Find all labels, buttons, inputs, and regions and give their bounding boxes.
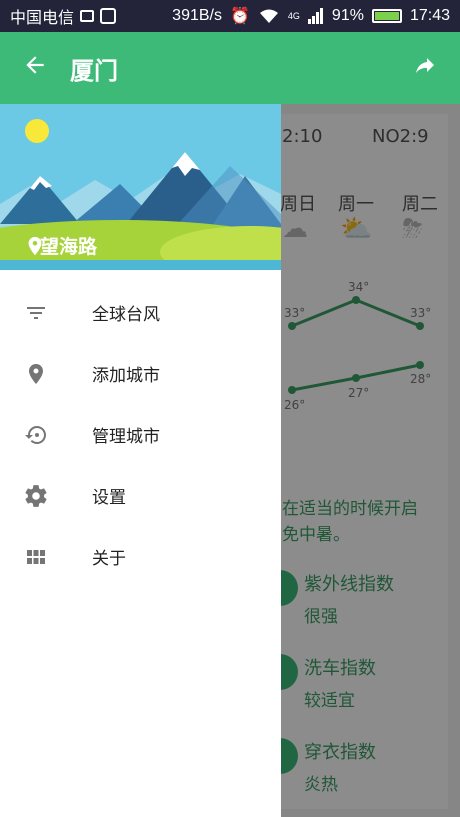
- history-icon: [22, 421, 50, 449]
- alarm-icon: ⏰: [229, 8, 250, 25]
- menu-item-label: 添加城市: [92, 366, 160, 386]
- filter-icon: [22, 299, 50, 327]
- app-bar: 厦门: [0, 32, 460, 104]
- share-button[interactable]: [390, 53, 460, 84]
- navigation-drawer: 望海路 全球台风 添加城市 管理城市 设置 关于: [0, 104, 281, 817]
- menu-item-label: 全球台风: [92, 305, 160, 325]
- network-speed: 391B/s: [172, 7, 222, 24]
- menu-item-settings[interactable]: 设置: [0, 465, 281, 526]
- battery-icon: [371, 9, 402, 23]
- page-title: 厦门: [70, 56, 118, 85]
- drawer-menu: 全球台风 添加城市 管理城市 设置 关于: [0, 270, 281, 587]
- carrier-label: 中国电信: [10, 10, 75, 27]
- menu-item-label: 设置: [92, 488, 126, 508]
- clock: 17:43: [409, 7, 450, 24]
- menu-item-label: 关于: [92, 549, 126, 569]
- current-location[interactable]: 望海路: [24, 232, 97, 259]
- signal-icon: [307, 8, 323, 24]
- location-name: 望海路: [40, 236, 98, 258]
- wifi-icon: [259, 9, 278, 23]
- battery-percent: 91%: [331, 7, 364, 24]
- location-pin-icon: [28, 236, 42, 256]
- menu-item-global-typhoon[interactable]: 全球台风: [0, 282, 281, 343]
- back-button[interactable]: [0, 51, 70, 86]
- signal-badge: 4G: [287, 11, 300, 21]
- menu-item-about[interactable]: 关于: [0, 526, 281, 587]
- back-arrow-icon: [26, 55, 44, 74]
- notification-icon: [80, 10, 95, 22]
- status-bar: 中国电信 391B/s ⏰ 4G 91% 17:43: [0, 0, 460, 32]
- share-icon: [416, 57, 434, 73]
- drawer-header: 望海路: [0, 104, 281, 270]
- grid-icon: [22, 543, 50, 571]
- menu-item-label: 管理城市: [92, 427, 160, 447]
- gear-icon: [22, 482, 50, 510]
- menu-item-add-city[interactable]: 添加城市: [0, 343, 281, 404]
- menu-item-manage-cities[interactable]: 管理城市: [0, 404, 281, 465]
- image-icon: [100, 8, 117, 24]
- location-pin-icon: [22, 360, 50, 388]
